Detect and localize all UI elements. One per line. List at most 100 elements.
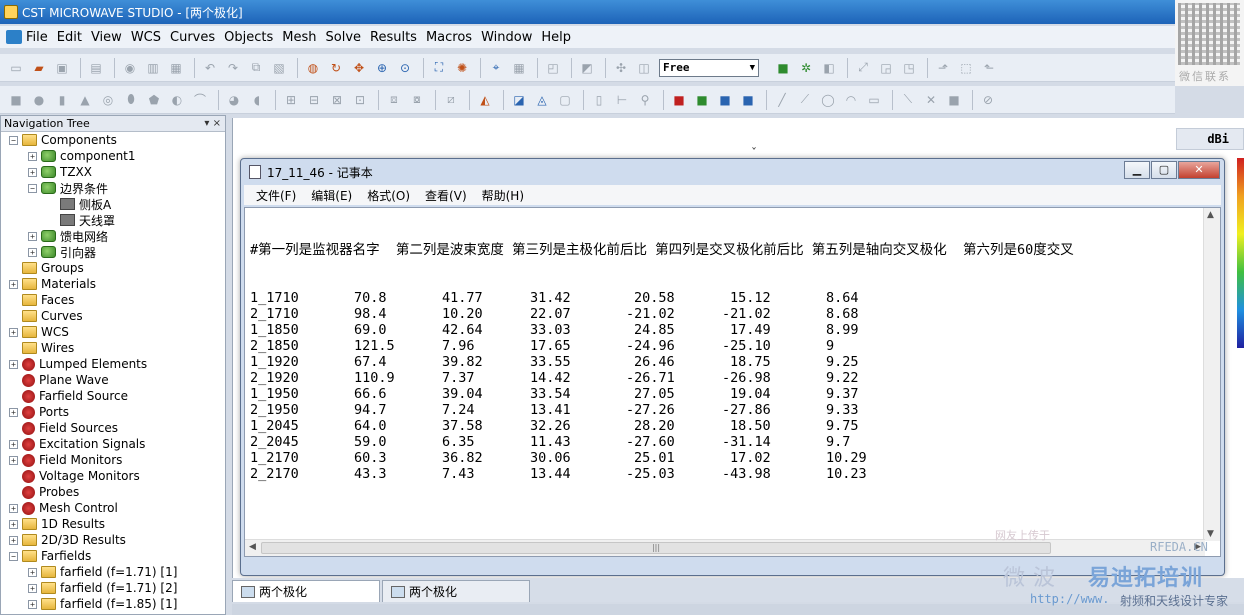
tree-item[interactable]: + Excitation Signals — [1, 436, 225, 452]
collapse-icon[interactable]: − — [9, 135, 18, 145]
notepad-menu-edit[interactable]: 编辑(E) — [311, 187, 352, 204]
panel-controls[interactable]: ▾ × — [204, 118, 221, 129]
boolean-subtract-icon[interactable]: ◳ — [899, 58, 919, 78]
expand-icon[interactable]: + — [9, 359, 18, 369]
expand-icon[interactable]: + — [28, 151, 37, 161]
redo-icon[interactable]: ↷ — [223, 58, 243, 78]
close-button[interactable]: ✕ — [1178, 161, 1220, 179]
cylinder-icon[interactable]: ▮ — [52, 90, 72, 110]
expand-icon[interactable]: + — [9, 279, 18, 289]
solid-icon[interactable]: ■ — [773, 58, 793, 78]
fit-view-icon[interactable]: ⛶ — [429, 58, 449, 78]
blend-icon[interactable]: ◕ — [224, 90, 244, 110]
imprint-icon[interactable]: ⊡ — [350, 90, 370, 110]
scroll-down-icon[interactable]: ▼ — [1207, 529, 1214, 539]
curve-line-icon[interactable]: ╱ — [772, 90, 792, 110]
mesh-view-icon[interactable]: ✣ — [611, 58, 631, 78]
grid-icon[interactable]: ▦ — [509, 58, 529, 78]
transform-icon[interactable]: ⤢ — [853, 58, 873, 78]
delete-icon[interactable]: ⧄ — [441, 90, 461, 110]
rotate-shape-icon[interactable]: ◐ — [167, 90, 187, 110]
menu-solve[interactable]: Solve — [326, 30, 362, 45]
tree-item[interactable]: Groups — [1, 260, 225, 276]
notepad-menu-format[interactable]: 格式(O) — [367, 187, 410, 204]
curve-arc-icon[interactable]: ◠ — [841, 90, 861, 110]
frequency-solver-icon[interactable]: ■ — [692, 90, 712, 110]
menu-help[interactable]: Help — [541, 30, 571, 45]
extrude-icon[interactable]: ⬏ — [933, 58, 953, 78]
working-plane-icon[interactable]: ◫ — [634, 58, 654, 78]
expand-icon[interactable]: + — [9, 327, 18, 337]
expand-icon[interactable]: + — [9, 455, 18, 465]
zoom-area-icon[interactable]: ⊙ — [395, 58, 415, 78]
material-icon[interactable]: ◧ — [819, 58, 839, 78]
port-icon[interactable]: ▯ — [589, 90, 609, 110]
curve-polyline-icon[interactable]: ⟋ — [795, 90, 815, 110]
rotate-view-icon[interactable]: ◍ — [303, 58, 323, 78]
expand-icon[interactable]: + — [28, 231, 37, 241]
tree-item[interactable]: − Farfields — [1, 548, 225, 564]
chamfer-icon[interactable]: ◖ — [247, 90, 267, 110]
menu-macros[interactable]: Macros — [426, 30, 472, 45]
tree-item[interactable]: Faces — [1, 292, 225, 308]
menu-mesh[interactable]: Mesh — [282, 30, 316, 45]
tree-item[interactable]: Farfield Source — [1, 388, 225, 404]
tree-item[interactable]: + farfield (f=1.85) [1] — [1, 596, 225, 612]
tree-item[interactable]: + 馈电网络 — [1, 228, 225, 244]
eigenmode-solver-icon[interactable]: ■ — [715, 90, 735, 110]
discrete-port-icon[interactable]: ⊢ — [612, 90, 632, 110]
cone-icon[interactable]: ▲ — [75, 90, 95, 110]
maximize-button[interactable]: ▢ — [1151, 161, 1177, 179]
menu-wcs[interactable]: WCS — [131, 30, 161, 45]
tree-item[interactable]: + Materials — [1, 276, 225, 292]
pan-icon[interactable]: ✥ — [349, 58, 369, 78]
expand-icon[interactable]: + — [9, 503, 18, 513]
boundary-icon[interactable]: ◪ — [509, 90, 529, 110]
tree-item[interactable]: +1D Results — [1, 516, 225, 532]
elliptic-cylinder-icon[interactable]: ⬮ — [121, 90, 141, 110]
tree-item[interactable]: + farfield (f=1.71) [1] — [1, 564, 225, 580]
open-folder-icon[interactable]: ▰ — [29, 58, 49, 78]
pick-icon[interactable]: ⌖ — [486, 58, 506, 78]
expand-icon[interactable]: + — [9, 535, 18, 545]
insert-icon[interactable]: ⊞ — [281, 90, 301, 110]
tree-item[interactable]: Voltage Monitors — [1, 468, 225, 484]
mirror-icon[interactable]: ⧇ — [407, 90, 427, 110]
minimize-button[interactable]: ▁ — [1124, 161, 1150, 179]
menu-curves[interactable]: Curves — [170, 30, 215, 45]
print-icon[interactable]: ▤ — [86, 58, 106, 78]
expand-icon[interactable]: + — [9, 407, 18, 417]
menu-results[interactable]: Results — [370, 30, 417, 45]
curve-delete-icon[interactable]: ✕ — [921, 90, 941, 110]
paste-icon[interactable]: ▧ — [269, 58, 289, 78]
mode-select[interactable]: Free ▼ — [659, 58, 759, 77]
brick-icon[interactable]: ■ — [6, 90, 26, 110]
trim-icon[interactable]: ⊠ — [327, 90, 347, 110]
tree-item[interactable]: Curves — [1, 308, 225, 324]
curve-trace-icon[interactable]: ⟍ — [898, 90, 918, 110]
vertical-scrollbar[interactable]: ▲ ▼ — [1203, 208, 1220, 541]
curve-rectangle-icon[interactable]: ▭ — [864, 90, 884, 110]
intersect-icon[interactable]: ⊟ — [304, 90, 324, 110]
expand-icon[interactable]: + — [28, 599, 37, 609]
tree-item[interactable]: + TZXX — [1, 164, 225, 180]
tree-item[interactable]: Field Sources — [1, 420, 225, 436]
notepad-menu-file[interactable]: 文件(F) — [256, 187, 296, 204]
tree-item[interactable]: + WCS — [1, 324, 225, 340]
tree-item[interactable]: + Mesh Control — [1, 500, 225, 516]
extrude-shape-icon[interactable]: ⬟ — [144, 90, 164, 110]
torus-icon[interactable]: ◎ — [98, 90, 118, 110]
frequency-range-icon[interactable]: ◭ — [475, 90, 495, 110]
scroll-up-icon[interactable]: ▲ — [1207, 210, 1214, 220]
tree-item[interactable]: + farfield (f=1.71) [2] — [1, 580, 225, 596]
parameter-icon[interactable]: ▦ — [166, 58, 186, 78]
scroll-left-icon[interactable]: ◀ — [249, 542, 256, 552]
boolean-add-icon[interactable]: ◲ — [876, 58, 896, 78]
scroll-thumb[interactable]: ||| — [261, 542, 1051, 554]
tab-document-2[interactable]: 两个极化 — [382, 580, 530, 602]
integral-solver-icon[interactable]: ■ — [738, 90, 758, 110]
expand-icon[interactable]: + — [28, 567, 37, 577]
menu-window[interactable]: Window — [481, 30, 532, 45]
sphere-icon[interactable]: ● — [29, 90, 49, 110]
notepad-menu-help[interactable]: 帮助(H) — [482, 187, 524, 204]
